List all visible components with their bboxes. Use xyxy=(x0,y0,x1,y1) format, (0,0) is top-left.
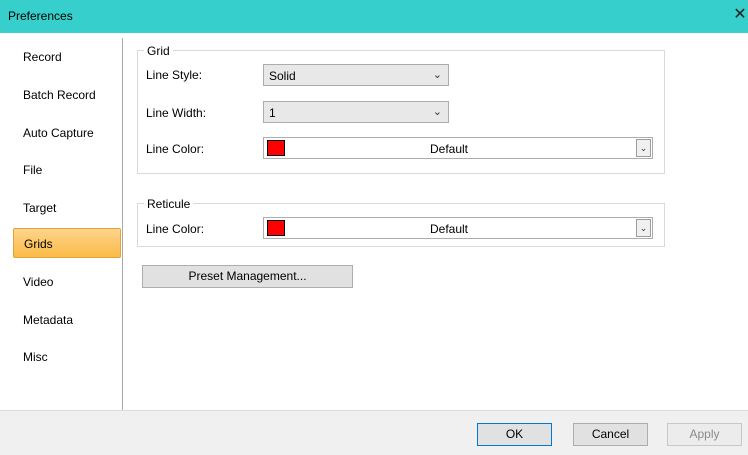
line-style-label: Line Style: xyxy=(146,68,203,82)
reticule-line-color-select[interactable]: Default ⌄ xyxy=(263,217,653,239)
line-style-select[interactable]: Solid ⌄ xyxy=(263,64,449,86)
line-width-value: 1 xyxy=(269,106,276,120)
line-style-value: Solid xyxy=(269,69,296,83)
cancel-button[interactable]: Cancel xyxy=(573,423,648,446)
chevron-down-icon: ⌄ xyxy=(432,106,442,118)
grid-legend: Grid xyxy=(144,44,173,58)
line-width-select[interactable]: 1 ⌄ xyxy=(263,101,449,123)
reticule-legend: Reticule xyxy=(144,197,194,211)
line-width-label: Line Width: xyxy=(146,106,207,120)
sidebar-item-record[interactable]: Record xyxy=(13,42,121,72)
button-bar: OK Cancel Apply xyxy=(0,410,748,455)
close-icon[interactable]: ✕ xyxy=(732,3,748,27)
chevron-down-icon: ⌄ xyxy=(432,69,442,81)
sidebar-item-grids[interactable]: Grids xyxy=(13,228,121,258)
grid-line-color-value: Default xyxy=(429,142,469,156)
sidebar-item-batch-record[interactable]: Batch Record xyxy=(13,80,121,110)
window-title: Preferences xyxy=(8,9,73,23)
preset-management-button[interactable]: Preset Management... xyxy=(142,265,353,288)
sidebar-item-target[interactable]: Target xyxy=(13,193,121,223)
ok-button[interactable]: OK xyxy=(477,423,552,446)
grid-line-color-select[interactable]: Default ⌄ xyxy=(263,137,653,159)
reticule-line-color-value: Default xyxy=(429,222,469,236)
sidebar-item-misc[interactable]: Misc xyxy=(13,342,121,372)
sidebar-item-auto-capture[interactable]: Auto Capture xyxy=(13,118,121,148)
sidebar-item-file[interactable]: File xyxy=(13,155,121,185)
line-color-label: Line Color: xyxy=(146,142,205,156)
category-list: Record Batch Record Auto Capture File Ta… xyxy=(9,38,123,410)
reticule-line-color-label: Line Color: xyxy=(146,222,205,236)
apply-button[interactable]: Apply xyxy=(667,423,742,446)
sidebar-item-video[interactable]: Video xyxy=(13,267,121,297)
sidebar-item-metadata[interactable]: Metadata xyxy=(13,305,121,335)
dropdown-arrow-icon[interactable]: ⌄ xyxy=(636,219,651,237)
dropdown-arrow-icon[interactable]: ⌄ xyxy=(636,139,651,157)
title-bar: Preferences ✕ xyxy=(0,0,748,33)
